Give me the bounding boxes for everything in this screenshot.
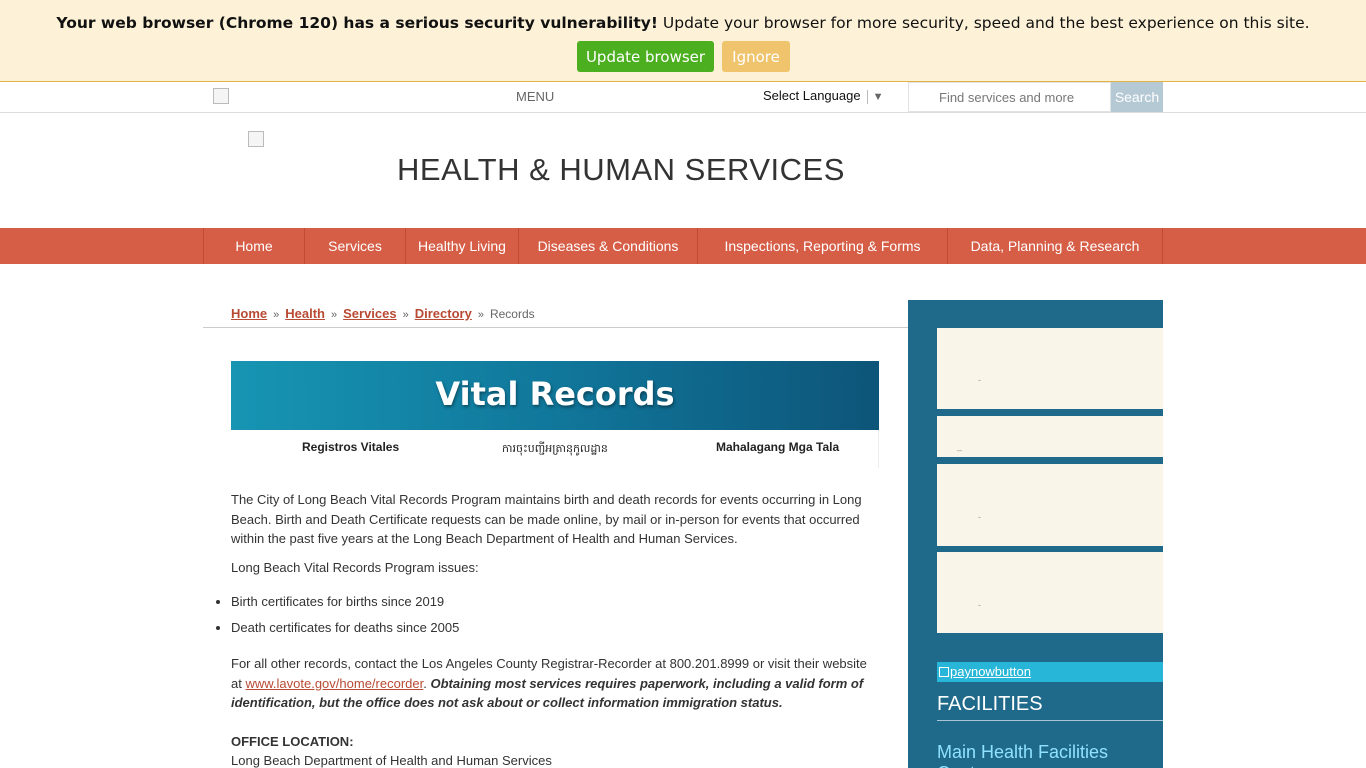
card-mark: _ — [957, 441, 963, 451]
lang-khmer: ការចុះបញ្ជីអត្រានុកូលដ្ឋាន — [502, 442, 608, 455]
paynow-alt-text: paynowbutton — [950, 664, 1031, 679]
breadcrumb-separator: » — [402, 309, 409, 321]
sidebar-card[interactable]: - — [937, 328, 1163, 409]
update-message-bold: Your web browser (Chrome 120) has a seri… — [56, 14, 658, 32]
list-item: Death certificates for deaths since 2005 — [231, 618, 871, 638]
office-location-heading: OFFICE LOCATION: — [231, 734, 354, 749]
issues-list: Birth certificates for births since 2019… — [231, 592, 871, 643]
breadcrumb-divider — [203, 327, 908, 328]
lang-tagalog: Mahalagang Mga Tala — [716, 440, 840, 454]
language-divider — [866, 89, 868, 104]
nav-item-services[interactable]: Services — [305, 228, 406, 264]
update-message: Your web browser (Chrome 120) has a seri… — [0, 14, 1366, 32]
list-item: Birth certificates for births since 2019 — [231, 592, 871, 612]
health-logo-icon[interactable] — [248, 131, 264, 147]
lang-spanish: Registros Vitales — [302, 440, 400, 454]
nav-item-diseases-conditions[interactable]: Diseases & Conditions — [519, 228, 698, 264]
ignore-button[interactable]: Ignore — [722, 41, 790, 72]
sidebar: - _ - - paynowbutton FACILITIES Main Hea… — [908, 300, 1163, 768]
main-health-facilities-link[interactable]: Main Health Facilities Center — [937, 742, 1163, 768]
nav-item-inspections-reporting-forms[interactable]: Inspections, Reporting & Forms — [698, 228, 948, 264]
site-title: HEALTH & HUMAN SERVICES — [397, 152, 845, 187]
lavote-link[interactable]: www.lavote.gov/home/recorder — [245, 676, 423, 691]
intro-paragraph: The City of Long Beach Vital Records Pro… — [231, 492, 862, 546]
sidebar-card[interactable]: - — [937, 464, 1163, 546]
update-browser-button[interactable]: Update browser — [577, 41, 714, 72]
search-input[interactable] — [908, 82, 1111, 112]
nav-item-data-planning-research[interactable]: Data, Planning & Research — [948, 228, 1163, 264]
breadcrumb-separator: » — [330, 309, 338, 321]
broken-image-icon — [939, 667, 949, 677]
vital-records-languages: Registros Vitales ការចុះបញ្ជីអត្រានុកូលដ… — [231, 430, 879, 468]
language-select[interactable]: Select Language ▼ — [763, 88, 883, 104]
nav-item-home[interactable]: Home — [204, 228, 305, 264]
breadcrumb-health[interactable]: Health — [285, 306, 325, 321]
main-nav: Home Services Healthy Living Diseases & … — [0, 228, 1366, 264]
facilities-divider — [937, 720, 1163, 721]
card-mark: - — [978, 512, 981, 522]
facilities-heading: FACILITIES — [937, 693, 1043, 715]
vital-records-title: Vital Records — [435, 375, 675, 413]
breadcrumb-current: Records — [489, 307, 535, 321]
breadcrumb: Home » Health » Services » Directory » Records — [231, 306, 535, 321]
card-mark: - — [978, 600, 981, 610]
other-records-paragraph: For all other records, contact the Los A… — [231, 654, 871, 713]
language-label: Select Language — [763, 88, 861, 103]
chevron-down-icon: ▼ — [872, 91, 884, 103]
breadcrumb-separator: » — [273, 309, 280, 321]
breadcrumb-separator: » — [477, 309, 484, 321]
sidebar-card[interactable]: - — [937, 552, 1163, 633]
breadcrumb-directory[interactable]: Directory — [415, 306, 472, 321]
card-mark: - — [978, 375, 981, 385]
search-button[interactable]: Search — [1111, 82, 1163, 112]
office-name: Long Beach Department of Health and Huma… — [231, 753, 552, 768]
issues-heading: Long Beach Vital Records Program issues: — [231, 560, 479, 575]
browser-update-banner: Your web browser (Chrome 120) has a seri… — [0, 0, 1366, 82]
update-message-text: Update your browser for more security, s… — [657, 14, 1310, 32]
sidebar-card[interactable]: _ — [937, 416, 1163, 457]
breadcrumb-services[interactable]: Services — [343, 306, 397, 321]
breadcrumb-home[interactable]: Home — [231, 306, 267, 321]
nav-item-healthy-living[interactable]: Healthy Living — [406, 228, 519, 264]
city-logo-icon[interactable] — [213, 88, 229, 104]
menu-button[interactable]: MENU — [516, 89, 554, 104]
vital-records-banner: Vital Records — [231, 361, 879, 430]
paynow-button[interactable]: paynowbutton — [937, 662, 1163, 682]
